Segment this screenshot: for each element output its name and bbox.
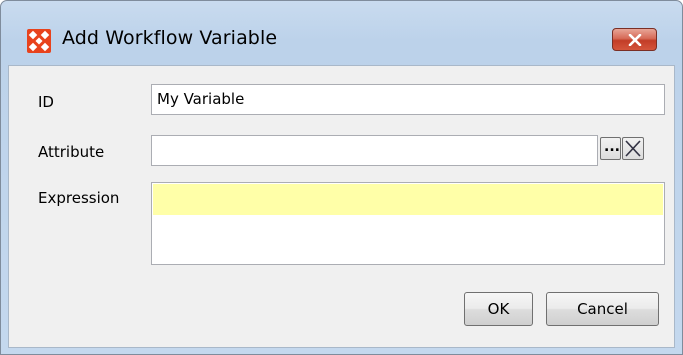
attribute-label: Attribute <box>38 143 105 161</box>
window-title: Add Workflow Variable <box>62 27 278 49</box>
browse-button-label: ... <box>604 139 620 155</box>
close-icon <box>628 34 642 46</box>
cancel-button[interactable]: Cancel <box>546 292 659 326</box>
attribute-input[interactable] <box>151 135 598 166</box>
title-bar[interactable]: Add Workflow Variable <box>1 1 682 53</box>
current-line-highlight <box>153 184 663 215</box>
app-logo-icon <box>27 29 51 53</box>
browse-button[interactable]: ... <box>600 137 621 160</box>
close-button[interactable] <box>612 28 657 51</box>
expression-textarea[interactable] <box>151 182 665 265</box>
ok-button[interactable]: OK <box>464 292 533 326</box>
dialog-window: Add Workflow Variable ID My Variable Att… <box>0 0 683 355</box>
id-label: ID <box>38 93 54 111</box>
clear-icon <box>625 140 641 157</box>
clear-button[interactable] <box>622 137 644 160</box>
expression-label: Expression <box>38 189 120 207</box>
dialog-body: ID My Variable Attribute ... Expression … <box>8 65 675 348</box>
id-input-value: My Variable <box>157 90 245 108</box>
id-input[interactable]: My Variable <box>151 84 665 115</box>
